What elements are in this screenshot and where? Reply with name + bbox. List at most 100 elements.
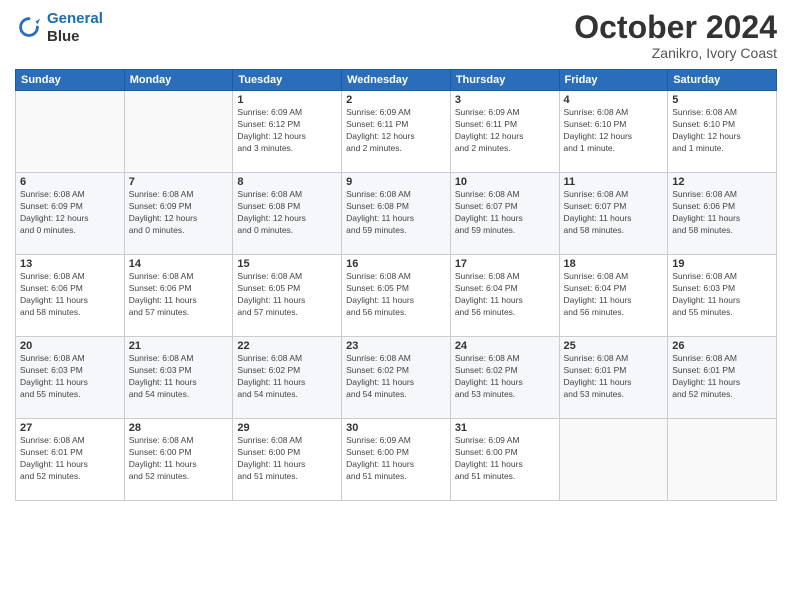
day-info: Sunrise: 6:08 AM Sunset: 6:10 PM Dayligh… [672,107,772,155]
day-number: 20 [20,340,120,352]
day-number: 11 [564,176,664,188]
day-number: 10 [455,176,555,188]
calendar-cell: 11Sunrise: 6:08 AM Sunset: 6:07 PM Dayli… [559,173,668,255]
day-info: Sunrise: 6:08 AM Sunset: 6:01 PM Dayligh… [20,435,120,483]
calendar-week-row: 1Sunrise: 6:09 AM Sunset: 6:12 PM Daylig… [16,91,777,173]
day-info: Sunrise: 6:09 AM Sunset: 6:00 PM Dayligh… [346,435,446,483]
calendar-cell: 26Sunrise: 6:08 AM Sunset: 6:01 PM Dayli… [668,337,777,419]
calendar-table: SundayMondayTuesdayWednesdayThursdayFrid… [15,69,777,501]
calendar-cell: 24Sunrise: 6:08 AM Sunset: 6:02 PM Dayli… [450,337,559,419]
day-info: Sunrise: 6:08 AM Sunset: 6:09 PM Dayligh… [129,189,229,237]
day-number: 22 [237,340,337,352]
day-info: Sunrise: 6:08 AM Sunset: 6:06 PM Dayligh… [129,271,229,319]
calendar-week-row: 27Sunrise: 6:08 AM Sunset: 6:01 PM Dayli… [16,419,777,501]
calendar-cell: 16Sunrise: 6:08 AM Sunset: 6:05 PM Dayli… [342,255,451,337]
calendar-cell [559,419,668,501]
day-number: 13 [20,258,120,270]
calendar-cell: 6Sunrise: 6:08 AM Sunset: 6:09 PM Daylig… [16,173,125,255]
day-number: 5 [672,94,772,106]
day-info: Sunrise: 6:08 AM Sunset: 6:04 PM Dayligh… [455,271,555,319]
day-number: 7 [129,176,229,188]
day-header: Wednesday [342,70,451,91]
calendar-cell: 12Sunrise: 6:08 AM Sunset: 6:06 PM Dayli… [668,173,777,255]
day-info: Sunrise: 6:08 AM Sunset: 6:05 PM Dayligh… [237,271,337,319]
calendar-cell: 8Sunrise: 6:08 AM Sunset: 6:08 PM Daylig… [233,173,342,255]
calendar-cell: 17Sunrise: 6:08 AM Sunset: 6:04 PM Dayli… [450,255,559,337]
calendar-header-row: SundayMondayTuesdayWednesdayThursdayFrid… [16,70,777,91]
day-info: Sunrise: 6:09 AM Sunset: 6:00 PM Dayligh… [455,435,555,483]
calendar-cell: 10Sunrise: 6:08 AM Sunset: 6:07 PM Dayli… [450,173,559,255]
calendar-cell: 13Sunrise: 6:08 AM Sunset: 6:06 PM Dayli… [16,255,125,337]
calendar-cell: 31Sunrise: 6:09 AM Sunset: 6:00 PM Dayli… [450,419,559,501]
day-info: Sunrise: 6:08 AM Sunset: 6:03 PM Dayligh… [672,271,772,319]
calendar-cell: 28Sunrise: 6:08 AM Sunset: 6:00 PM Dayli… [124,419,233,501]
day-info: Sunrise: 6:08 AM Sunset: 6:04 PM Dayligh… [564,271,664,319]
day-number: 3 [455,94,555,106]
day-info: Sunrise: 6:08 AM Sunset: 6:08 PM Dayligh… [346,189,446,237]
day-number: 30 [346,422,446,434]
day-info: Sunrise: 6:08 AM Sunset: 6:00 PM Dayligh… [237,435,337,483]
day-number: 14 [129,258,229,270]
calendar-cell: 15Sunrise: 6:08 AM Sunset: 6:05 PM Dayli… [233,255,342,337]
day-info: Sunrise: 6:08 AM Sunset: 6:07 PM Dayligh… [455,189,555,237]
day-info: Sunrise: 6:08 AM Sunset: 6:00 PM Dayligh… [129,435,229,483]
day-number: 1 [237,94,337,106]
day-header: Sunday [16,70,125,91]
calendar-cell: 7Sunrise: 6:08 AM Sunset: 6:09 PM Daylig… [124,173,233,255]
day-info: Sunrise: 6:08 AM Sunset: 6:05 PM Dayligh… [346,271,446,319]
calendar-cell: 9Sunrise: 6:08 AM Sunset: 6:08 PM Daylig… [342,173,451,255]
calendar-cell: 23Sunrise: 6:08 AM Sunset: 6:02 PM Dayli… [342,337,451,419]
calendar-cell: 2Sunrise: 6:09 AM Sunset: 6:11 PM Daylig… [342,91,451,173]
logo: General Blue [15,10,103,46]
calendar-cell: 21Sunrise: 6:08 AM Sunset: 6:03 PM Dayli… [124,337,233,419]
calendar-cell: 25Sunrise: 6:08 AM Sunset: 6:01 PM Dayli… [559,337,668,419]
day-info: Sunrise: 6:08 AM Sunset: 6:01 PM Dayligh… [564,353,664,401]
day-number: 27 [20,422,120,434]
calendar-week-row: 13Sunrise: 6:08 AM Sunset: 6:06 PM Dayli… [16,255,777,337]
day-number: 8 [237,176,337,188]
day-header: Thursday [450,70,559,91]
page: General Blue October 2024 Zanikro, Ivory… [0,0,792,612]
day-info: Sunrise: 6:08 AM Sunset: 6:02 PM Dayligh… [237,353,337,401]
calendar-cell: 14Sunrise: 6:08 AM Sunset: 6:06 PM Dayli… [124,255,233,337]
day-info: Sunrise: 6:08 AM Sunset: 6:02 PM Dayligh… [346,353,446,401]
day-info: Sunrise: 6:08 AM Sunset: 6:07 PM Dayligh… [564,189,664,237]
day-number: 26 [672,340,772,352]
day-number: 15 [237,258,337,270]
header: General Blue October 2024 Zanikro, Ivory… [15,10,777,61]
day-number: 21 [129,340,229,352]
calendar-cell: 20Sunrise: 6:08 AM Sunset: 6:03 PM Dayli… [16,337,125,419]
day-info: Sunrise: 6:09 AM Sunset: 6:11 PM Dayligh… [346,107,446,155]
day-number: 29 [237,422,337,434]
month-title: October 2024 [574,10,777,45]
calendar-body: 1Sunrise: 6:09 AM Sunset: 6:12 PM Daylig… [16,91,777,501]
day-header: Monday [124,70,233,91]
day-info: Sunrise: 6:08 AM Sunset: 6:08 PM Dayligh… [237,189,337,237]
calendar-cell: 30Sunrise: 6:09 AM Sunset: 6:00 PM Dayli… [342,419,451,501]
day-number: 9 [346,176,446,188]
day-number: 12 [672,176,772,188]
day-number: 16 [346,258,446,270]
calendar-cell: 22Sunrise: 6:08 AM Sunset: 6:02 PM Dayli… [233,337,342,419]
day-info: Sunrise: 6:09 AM Sunset: 6:11 PM Dayligh… [455,107,555,155]
day-info: Sunrise: 6:08 AM Sunset: 6:09 PM Dayligh… [20,189,120,237]
day-info: Sunrise: 6:08 AM Sunset: 6:03 PM Dayligh… [20,353,120,401]
day-header: Saturday [668,70,777,91]
day-info: Sunrise: 6:08 AM Sunset: 6:03 PM Dayligh… [129,353,229,401]
day-info: Sunrise: 6:08 AM Sunset: 6:06 PM Dayligh… [20,271,120,319]
title-block: October 2024 Zanikro, Ivory Coast [574,10,777,61]
day-header: Friday [559,70,668,91]
day-number: 17 [455,258,555,270]
calendar-cell [124,91,233,173]
location: Zanikro, Ivory Coast [574,45,777,61]
calendar-cell: 3Sunrise: 6:09 AM Sunset: 6:11 PM Daylig… [450,91,559,173]
calendar-week-row: 6Sunrise: 6:08 AM Sunset: 6:09 PM Daylig… [16,173,777,255]
day-info: Sunrise: 6:09 AM Sunset: 6:12 PM Dayligh… [237,107,337,155]
day-info: Sunrise: 6:08 AM Sunset: 6:01 PM Dayligh… [672,353,772,401]
calendar-cell: 19Sunrise: 6:08 AM Sunset: 6:03 PM Dayli… [668,255,777,337]
day-number: 23 [346,340,446,352]
day-header: Tuesday [233,70,342,91]
day-number: 31 [455,422,555,434]
day-number: 18 [564,258,664,270]
calendar-cell: 29Sunrise: 6:08 AM Sunset: 6:00 PM Dayli… [233,419,342,501]
